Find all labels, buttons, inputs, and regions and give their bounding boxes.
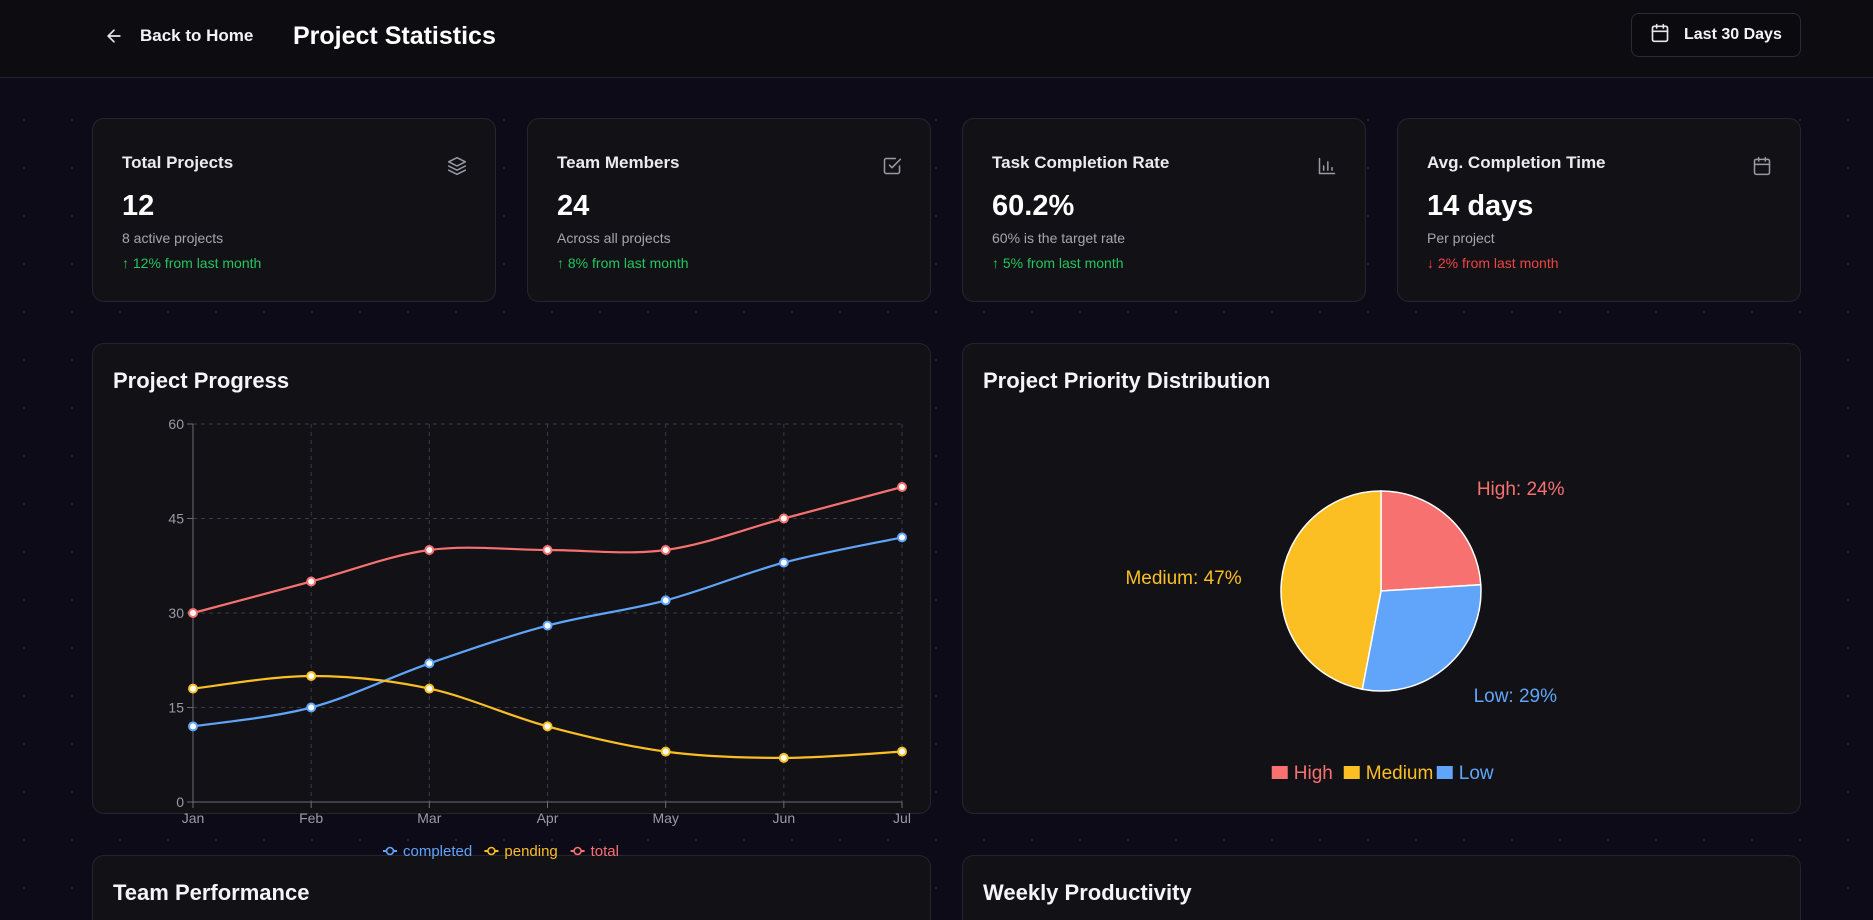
date-range-button[interactable]: Last 30 Days xyxy=(1631,13,1801,57)
team-performance-title: Team Performance xyxy=(113,880,310,905)
top-header: Back to Home Project Statistics Last 30 … xyxy=(0,0,1873,78)
stat-change: ↑ 8% from last month xyxy=(557,255,689,271)
stat-card-avg-completion: Avg. Completion Time 14 days Per project… xyxy=(1397,118,1801,302)
calendar-icon xyxy=(1650,23,1670,48)
stat-value: 12 xyxy=(122,190,155,222)
stat-value: 24 xyxy=(557,190,590,222)
legend-marker xyxy=(487,846,496,856)
page-title: Project Statistics xyxy=(293,22,496,50)
stat-title: Total Projects xyxy=(122,153,234,172)
stat-title: Avg. Completion Time xyxy=(1427,153,1606,172)
legend-marker xyxy=(573,846,582,856)
date-range-label: Last 30 Days xyxy=(1684,26,1782,43)
stat-card-total-projects: Total Projects 12 8 active projects ↑ 12… xyxy=(92,118,496,302)
stat-change: ↑ 5% from last month xyxy=(992,255,1124,271)
stat-value: 14 days xyxy=(1427,190,1534,222)
bar-chart-icon xyxy=(1317,156,1337,176)
stat-value: 60.2% xyxy=(992,190,1075,222)
stat-subtitle: 60% is the target rate xyxy=(992,230,1126,246)
stat-subtitle: Per project xyxy=(1427,230,1495,246)
team-performance-card: Team Performance xyxy=(92,855,931,920)
project-progress-card: Project Progress xyxy=(92,343,931,814)
stat-subtitle: Across all projects xyxy=(557,230,671,246)
stat-card-task-completion: Task Completion Rate 60.2% 60% is the ta… xyxy=(962,118,1366,302)
stat-card-team-members: Team Members 24 Across all projects ↑ 8%… xyxy=(527,118,931,302)
back-link-label: Back to Home xyxy=(140,26,254,45)
back-to-home-link[interactable]: Back to Home xyxy=(104,18,253,54)
project-progress-title: Project Progress xyxy=(113,368,290,393)
calendar-icon xyxy=(1752,156,1772,176)
check-square-icon xyxy=(882,156,902,176)
stat-title: Task Completion Rate xyxy=(992,153,1170,172)
weekly-productivity-title: Weekly Productivity xyxy=(983,880,1192,905)
legend-marker xyxy=(385,846,395,856)
priority-distribution-card: Project Priority Distribution xyxy=(962,343,1801,814)
stat-title: Team Members xyxy=(557,153,680,172)
stat-change: ↑ 12% from last month xyxy=(122,255,262,271)
weekly-productivity-card: Weekly Productivity xyxy=(962,855,1801,920)
stat-subtitle: 8 active projects xyxy=(122,230,224,246)
layers-icon xyxy=(447,156,467,176)
stat-change: ↓ 2% from last month xyxy=(1427,255,1559,271)
priority-distribution-title: Project Priority Distribution xyxy=(983,368,1271,393)
arrow-left-icon xyxy=(104,26,124,46)
